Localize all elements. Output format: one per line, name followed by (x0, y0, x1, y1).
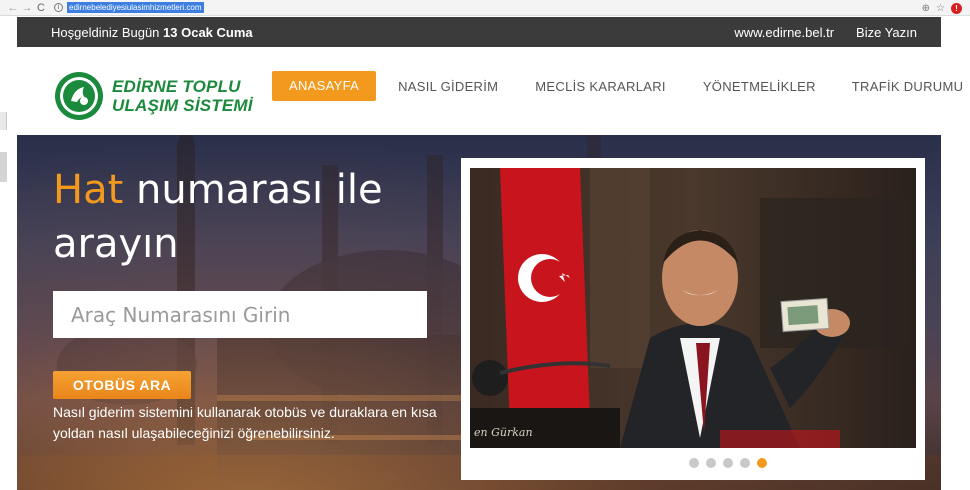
side-panel-fragment (0, 152, 7, 182)
arrow-left-icon[interactable]: ← (6, 0, 20, 16)
nav-item-nasil-giderim[interactable]: NASIL GİDERİM (398, 79, 498, 94)
slider-dot-5[interactable] (757, 458, 767, 468)
side-artifact (0, 112, 7, 182)
top-links: www.edirne.bel.tr Bize Yazın (734, 25, 917, 40)
side-tab-fragment (0, 112, 7, 130)
arrow-right-icon[interactable]: → (20, 0, 34, 16)
info-icon[interactable]: i (54, 3, 63, 12)
contact-link[interactable]: Bize Yazın (856, 25, 917, 40)
address-bar[interactable]: i edirnebelediyesiulasimhizmetleri.com (54, 2, 204, 13)
hero-title: Hat numarası ile arayın (53, 163, 433, 271)
bus-search-button[interactable]: OTOBÜS ARA (53, 371, 191, 399)
logo-line-2: ULAŞIM SİSTEMİ (112, 96, 253, 115)
photo-slider: en Gürkan (461, 158, 925, 480)
hero-banner: Hat numarası ile arayın OTOBÜS ARA Nasıl… (17, 135, 941, 490)
svg-text:en Gürkan: en Gürkan (474, 426, 533, 439)
site-logo[interactable]: EDİRNE TOPLU ULAŞIM SİSTEMİ (54, 71, 253, 121)
welcome-text: Hoşgeldiniz Bugün 13 Ocak Cuma (51, 25, 253, 40)
nav-item-yonetmelikler[interactable]: YÖNETMELİKLER (703, 79, 816, 94)
slide-photo[interactable]: en Gürkan (470, 168, 916, 448)
slider-dot-2[interactable] (706, 458, 716, 468)
welcome-prefix: Hoşgeldiniz Bugün (51, 24, 164, 40)
current-date: 13 Ocak Cuma (163, 24, 253, 40)
nav-item-meclis-kararlari[interactable]: MECLİS KARARLARI (535, 79, 666, 94)
nav-item-anasayfa[interactable]: ANASAYFA (272, 71, 377, 101)
hero-description: Nasıl giderim sistemini kullanarak otobü… (53, 404, 437, 441)
site-header: EDİRNE TOPLU ULAŞIM SİSTEMİ ANASAYFA NAS… (17, 47, 963, 131)
extension-icon[interactable]: ! (951, 2, 962, 14)
logo-line-1: EDİRNE TOPLU (112, 77, 241, 96)
slider-dot-1[interactable] (689, 458, 699, 468)
top-info-bar: Hoşgeldiniz Bugün 13 Ocak Cuma www.edirn… (17, 17, 941, 47)
browser-actions: ⊕ ☆ ! (922, 0, 962, 16)
url-text[interactable]: edirnebelediyesiulasimhizmetleri.com (67, 2, 204, 13)
browser-toolbar: ← → C i edirnebelediyesiulasimhizmetleri… (0, 0, 970, 16)
nav-item-trafik-durumu[interactable]: TRAFİK DURUMU (852, 79, 964, 94)
main-nav: ANASAYFA NASIL GİDERİM MECLİS KARARLARI … (272, 71, 963, 101)
zoom-icon[interactable]: ⊕ (922, 3, 930, 14)
reload-icon[interactable]: C (34, 0, 48, 16)
vehicle-number-input[interactable] (53, 291, 427, 338)
bookmark-star-icon[interactable]: ☆ (936, 3, 945, 14)
site-link[interactable]: www.edirne.bel.tr (734, 25, 834, 40)
slider-dot-4[interactable] (740, 458, 750, 468)
logo-text: EDİRNE TOPLU ULAŞIM SİSTEMİ (112, 77, 253, 115)
slider-dot-3[interactable] (723, 458, 733, 468)
hero-title-accent: Hat (53, 167, 124, 213)
mayor-photo: en Gürkan (470, 168, 916, 448)
municipality-emblem-icon (55, 72, 103, 120)
slider-dots (461, 458, 925, 468)
